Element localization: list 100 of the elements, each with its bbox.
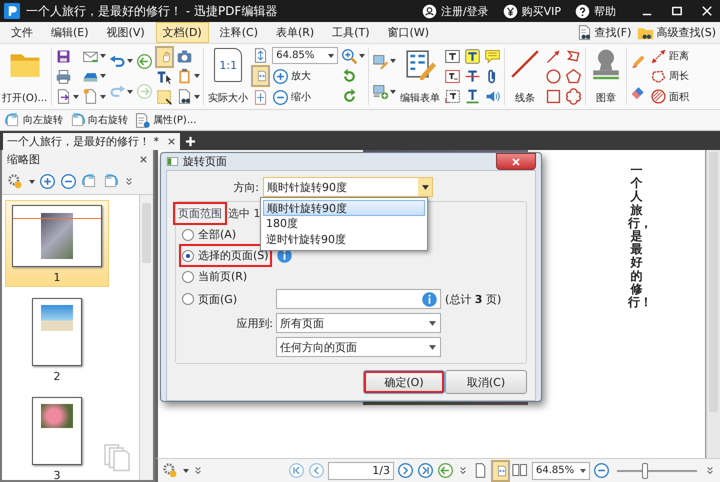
gear-icon[interactable]: [162, 462, 179, 479]
line-button[interactable]: 线条: [508, 46, 542, 107]
range-radio[interactable]: 选择的页面(S): [182, 247, 269, 264]
close-icon[interactable]: [139, 155, 148, 164]
caret-icon[interactable]: [73, 94, 80, 99]
square-icon[interactable]: [545, 88, 562, 106]
orientation-dropdown[interactable]: 任何方向的页面: [276, 337, 441, 357]
cloud-icon[interactable]: [565, 88, 582, 106]
magnifier-plus-icon[interactable]: [341, 48, 358, 65]
caret-icon[interactable]: [127, 59, 134, 64]
two-pages-icon[interactable]: [512, 462, 529, 479]
menu-item[interactable]: 文件: [4, 22, 40, 43]
measure-perimeter-button[interactable]: 周长: [650, 68, 690, 85]
measure-area-button[interactable]: 面积: [650, 88, 690, 106]
caret-icon[interactable]: [183, 468, 189, 472]
help-button[interactable]: 帮助: [575, 4, 616, 18]
caret-icon[interactable]: [422, 184, 428, 190]
actual-size-button[interactable]: 1:1 实际大小: [207, 46, 250, 107]
rotate-right-icon[interactable]: [102, 173, 119, 190]
menu-item[interactable]: 视图(V): [100, 22, 152, 43]
page-number-field[interactable]: 1/3: [328, 462, 394, 480]
close-icon[interactable]: [167, 137, 176, 146]
close-icon[interactable]: [700, 4, 714, 18]
selection-area-icon[interactable]: [156, 88, 174, 106]
document-tab[interactable]: 一个人旅行，是最好的修行！ *: [3, 133, 180, 150]
scrollbar[interactable]: [706, 150, 720, 458]
text-field-underline-icon[interactable]: [444, 68, 462, 85]
caret-icon[interactable]: [29, 180, 35, 184]
ok-button[interactable]: 确定(O): [363, 370, 445, 394]
close-button[interactable]: [496, 153, 536, 170]
menu-item[interactable]: 文档(D): [156, 22, 209, 43]
menu-item[interactable]: 表单(R): [268, 22, 322, 43]
undo-icon[interactable]: [109, 52, 126, 70]
image-edit-icon[interactable]: [372, 52, 390, 70]
new-tab-icon[interactable]: [185, 136, 196, 147]
dropdown-option[interactable]: 180度: [263, 216, 425, 232]
info-icon[interactable]: [421, 290, 438, 308]
login-button[interactable]: 注册/登录: [422, 4, 489, 18]
page-thumbnail[interactable]: 3: [6, 393, 108, 482]
menu-item[interactable]: 工具(T): [325, 22, 377, 43]
last-page-icon[interactable]: [417, 462, 434, 479]
zoom-out-icon[interactable]: [60, 173, 77, 190]
page-thumbnail[interactable]: 2: [6, 294, 108, 385]
menu-item[interactable]: 编辑(E): [44, 22, 96, 43]
range-radio[interactable]: 当前页(R): [182, 268, 248, 285]
zoom-in-icon[interactable]: [39, 173, 56, 190]
menu-item[interactable]: 注释(C): [212, 22, 265, 43]
zoom-dropdown[interactable]: 64.85%: [532, 462, 590, 480]
advanced-find-button[interactable]: 高级查找(S): [637, 24, 716, 41]
zoom-out-icon[interactable]: [593, 462, 610, 479]
range-radio[interactable]: 页面(G): [182, 290, 238, 308]
find-button[interactable]: 查找(F): [576, 24, 632, 41]
measure-distance-button[interactable]: 距离: [650, 48, 690, 65]
maximize-icon[interactable]: [670, 4, 684, 18]
apply-pages-dropdown[interactable]: 所有页面: [276, 313, 441, 333]
slider-thumb[interactable]: [642, 462, 648, 478]
caret-icon[interactable]: [100, 54, 106, 58]
open-button[interactable]: 打开(O)...: [1, 46, 48, 107]
direction-dropdown[interactable]: 顺时针旋转90度: [263, 177, 433, 197]
range-radio[interactable]: 全部(A): [182, 226, 236, 243]
caret-icon[interactable]: [359, 54, 366, 58]
cancel-button[interactable]: 取消(C): [445, 370, 527, 394]
page-thumbnail[interactable]: 1: [6, 201, 108, 286]
caret-icon[interactable]: [100, 74, 106, 78]
zoom-in-button[interactable]: 放大: [272, 68, 338, 85]
fit-width-icon[interactable]: [492, 460, 509, 480]
caret-icon[interactable]: [127, 90, 134, 94]
fit-width-icon[interactable]: [252, 66, 270, 86]
dropdown-option[interactable]: 顺时针旋转90度: [263, 200, 425, 216]
camera-icon[interactable]: [176, 48, 194, 65]
text-highlight-icon[interactable]: [464, 48, 482, 65]
first-page-icon[interactable]: [288, 462, 305, 479]
text-underline-icon[interactable]: [464, 88, 482, 106]
scrollbar[interactable]: [139, 195, 153, 480]
image-add-icon[interactable]: [372, 83, 390, 100]
rotate-left-button[interactable]: 向左旋转: [4, 112, 63, 128]
note-icon[interactable]: [484, 48, 502, 65]
menu-item[interactable]: 窗口(W): [380, 22, 436, 43]
back-icon[interactable]: [437, 462, 454, 479]
edit-form-button[interactable]: 编辑表单: [399, 46, 442, 107]
buy-vip-button[interactable]: 购买VIP: [502, 4, 561, 18]
previous-page-icon[interactable]: [308, 462, 325, 479]
zoom-dropdown[interactable]: 64.85%: [272, 47, 338, 64]
rotate-left-icon[interactable]: [81, 173, 98, 190]
caret-icon[interactable]: [194, 74, 200, 78]
dropdown-option[interactable]: 逆时针旋转90度: [263, 232, 425, 248]
caret-icon[interactable]: [390, 59, 396, 64]
properties-button[interactable]: 属性(P)...: [134, 112, 196, 128]
caret-icon[interactable]: [194, 94, 200, 99]
next-page-icon[interactable]: [397, 462, 414, 479]
circle-icon[interactable]: [545, 68, 562, 85]
stamp-button[interactable]: 图章: [589, 46, 624, 107]
rotate-right-button[interactable]: 向右旋转: [69, 112, 128, 128]
arrow-icon[interactable]: [545, 48, 562, 65]
page-range-field[interactable]: [276, 289, 441, 309]
gear-icon[interactable]: [7, 173, 24, 190]
text-cursor-icon[interactable]: [156, 69, 174, 86]
text-field-icon[interactable]: [444, 48, 462, 65]
pentagon-icon[interactable]: [565, 68, 582, 85]
caret-icon[interactable]: [390, 90, 396, 94]
